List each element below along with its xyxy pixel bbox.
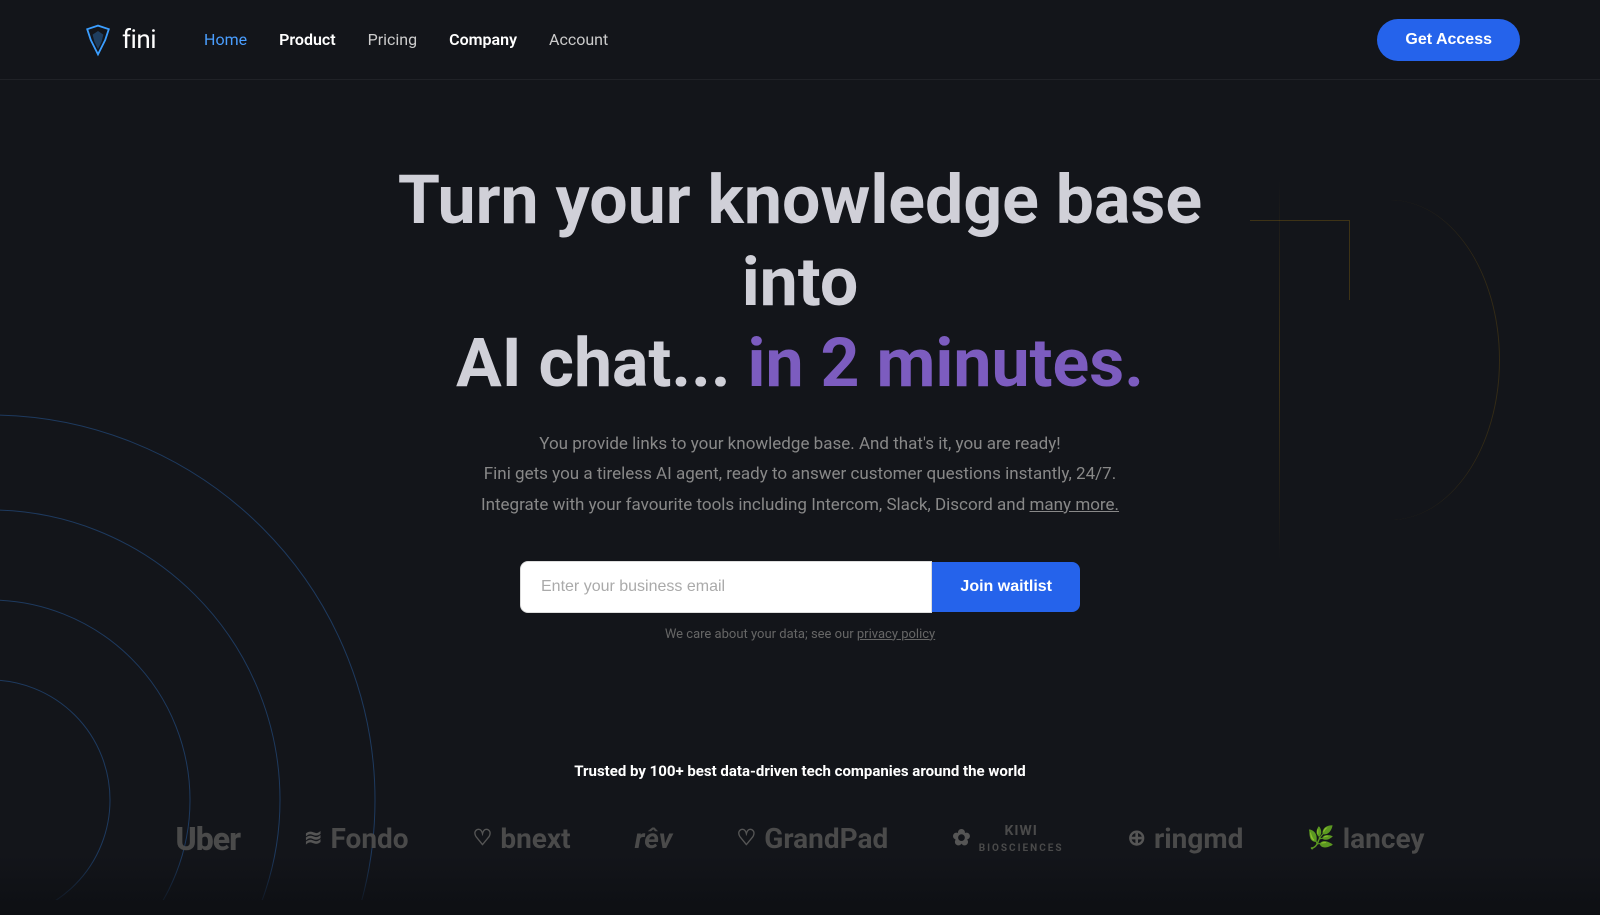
nav-right: Get Access [1377, 19, 1520, 61]
lancey-icon: 🌿 [1307, 826, 1334, 851]
logo-fondo: ≋ Fondo [304, 822, 409, 855]
nav-links: Home Product Pricing Company Account [204, 30, 608, 49]
email-form: Join waitlist [520, 561, 1080, 613]
hero-subtext: You provide links to your knowledge base… [470, 429, 1130, 521]
logo-ringmd: ⊕ ringmd [1128, 822, 1244, 855]
grandpad-icon: ♡ [737, 826, 757, 851]
nav-item-product[interactable]: Product [279, 30, 336, 49]
privacy-note: We care about your data; see our privacy… [0, 627, 1600, 642]
navbar: fini Home Product Pricing Company Accoun… [0, 0, 1600, 80]
logo-uber: Uber [176, 820, 240, 858]
logos-row: Uber ≋ Fondo ♡ bnext rêv ♡ GrandPad ✿ KI… [80, 820, 1520, 858]
kiwi-text: KIWIBIOSCIENCES [979, 823, 1064, 855]
hero-sub-line3: Integrate with your favourite tools incl… [481, 495, 1030, 515]
nav-link-company[interactable]: Company [449, 30, 517, 49]
nav-link-home[interactable]: Home [204, 30, 247, 49]
nav-item-pricing[interactable]: Pricing [368, 30, 418, 49]
hero-sub-link[interactable]: many more. [1030, 495, 1120, 515]
privacy-policy-link[interactable]: privacy policy [857, 627, 935, 642]
fondo-text: Fondo [330, 822, 408, 855]
email-input[interactable] [520, 561, 932, 613]
bnext-text: bnext [500, 822, 570, 855]
nav-item-home[interactable]: Home [204, 30, 247, 49]
ringmd-text: ringmd [1154, 822, 1243, 855]
nav-item-account[interactable]: Account [549, 30, 608, 49]
nav-link-pricing[interactable]: Pricing [368, 30, 418, 49]
bnext-icon: ♡ [473, 826, 493, 851]
privacy-note-text: We care about your data; see our [665, 627, 857, 642]
hero-headline-part1: Turn your knowledge base into [398, 160, 1202, 322]
lancey-text: lancey [1343, 822, 1425, 855]
hero-headline: Turn your knowledge base into AI chat...… [350, 160, 1250, 405]
hero-headline-part2: AI chat... [456, 323, 747, 403]
logo-text: fini [122, 25, 156, 55]
kiwi-icon: ✿ [952, 826, 970, 851]
hero-sub-line1: You provide links to your knowledge base… [539, 434, 1060, 454]
trusted-title: Trusted by 100+ best data-driven tech co… [80, 762, 1520, 780]
logo-rev: rêv [635, 822, 673, 855]
logo-bnext: ♡ bnext [473, 822, 571, 855]
logo[interactable]: fini [80, 22, 156, 58]
nav-link-product[interactable]: Product [279, 30, 336, 49]
fondo-icon: ≋ [304, 826, 322, 851]
trusted-section: Trusted by 100+ best data-driven tech co… [0, 742, 1600, 898]
uber-text: Uber [176, 820, 240, 858]
get-access-button[interactable]: Get Access [1377, 19, 1520, 61]
logo-grandpad: ♡ GrandPad [737, 822, 889, 855]
hero-headline-highlight: in 2 minutes. [748, 323, 1144, 403]
logo-kiwi: ✿ KIWIBIOSCIENCES [952, 823, 1063, 855]
grandpad-text: GrandPad [764, 822, 888, 855]
join-waitlist-button[interactable]: Join waitlist [932, 562, 1080, 612]
nav-left: fini Home Product Pricing Company Accoun… [80, 22, 608, 58]
hero-section: Turn your knowledge base into AI chat...… [0, 80, 1600, 742]
rev-text: rêv [635, 822, 673, 855]
nav-link-account[interactable]: Account [549, 30, 608, 49]
hero-sub-line2: Fini gets you a tireless AI agent, ready… [484, 464, 1116, 484]
logo-lancey: 🌿 lancey [1307, 822, 1424, 855]
ringmd-icon: ⊕ [1128, 826, 1146, 851]
nav-item-company[interactable]: Company [449, 30, 517, 49]
